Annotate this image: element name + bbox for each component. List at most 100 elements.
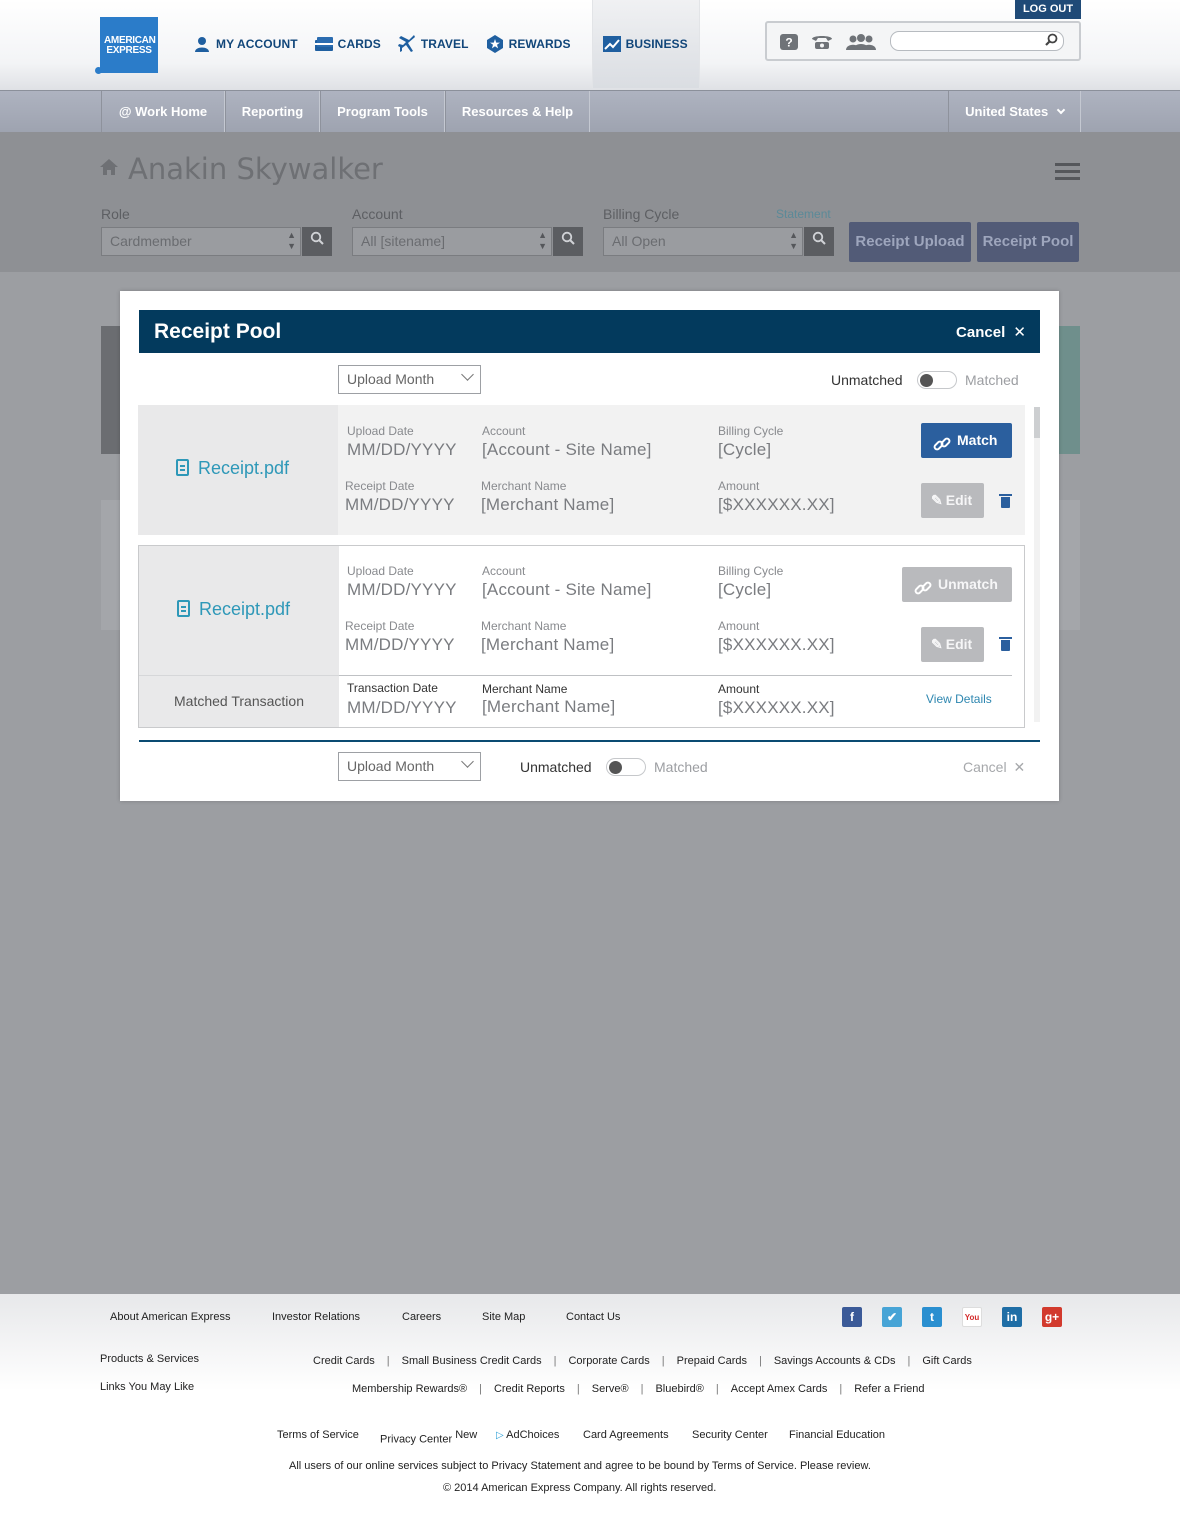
footer-link[interactable]: Careers <box>402 1311 441 1323</box>
modal-cancel-button[interactable]: Cancel ✕ <box>956 323 1026 341</box>
footer-link[interactable]: Terms of Service <box>277 1429 359 1441</box>
page-title: Anakin Skywalker <box>100 152 383 186</box>
footer-link[interactable]: Savings Accounts & CDs <box>774 1355 896 1367</box>
separator: | <box>839 1383 843 1395</box>
footer-link[interactable]: Credit Reports <box>494 1383 565 1395</box>
subnav-reporting[interactable]: Reporting <box>225 91 320 132</box>
footer-link[interactable]: Accept Amex Cards <box>731 1383 828 1395</box>
select-arrows-icon: ▲ ▼ <box>287 230 296 251</box>
nav-my-account[interactable]: MY ACCOUNT <box>193 0 307 88</box>
modal-title: Receipt Pool <box>154 320 282 343</box>
billing-cycle-value: [Cycle] <box>718 580 772 599</box>
footer-link[interactable]: Contact Us <box>566 1311 620 1323</box>
statement-link[interactable]: Statement <box>776 207 831 221</box>
close-icon: ✕ <box>1013 759 1026 775</box>
copyright: © 2014 American Express Company. All rig… <box>443 1482 717 1494</box>
merchant-value: [Merchant Name] <box>481 635 615 654</box>
footer-link[interactable]: Bluebird® <box>655 1383 703 1395</box>
scrollbar-thumb[interactable] <box>1034 407 1040 438</box>
phone-icon[interactable] <box>811 34 833 52</box>
upload-month-select[interactable]: Upload Month <box>338 752 481 781</box>
footer-link[interactable]: Gift Cards <box>922 1355 972 1367</box>
amex-logo[interactable]: AMERICAN EXPRESS <box>95 17 158 74</box>
role-select[interactable]: Cardmember ▲ ▼ <box>101 227 301 256</box>
nav-business[interactable]: BUSINESS <box>591 0 700 88</box>
footer-link[interactable]: Card Agreements <box>583 1429 669 1441</box>
upload-month-select[interactable]: Upload Month <box>338 365 481 394</box>
footer-link[interactable]: Prepaid Cards <box>677 1355 747 1367</box>
footer-link[interactable]: Membership Rewards® <box>352 1383 467 1395</box>
matched-toggle[interactable] <box>917 371 957 389</box>
adchoices-link[interactable]: ▷ AdChoices <box>496 1429 559 1441</box>
foursquare-icon[interactable]: ✔ <box>882 1307 902 1327</box>
receipt-pool-button[interactable]: Receipt Pool <box>977 222 1079 262</box>
separator: | <box>661 1355 665 1367</box>
search-input[interactable] <box>890 31 1064 51</box>
account-select[interactable]: All [sitename] ▲ ▼ <box>352 227 552 256</box>
search-icon[interactable] <box>1045 33 1058 49</box>
receipt-file-link[interactable]: Receipt.pdf <box>177 599 290 620</box>
linkedin-icon[interactable]: in <box>1002 1307 1022 1327</box>
privacy-center-link[interactable]: Privacy Center New <box>380 1429 477 1446</box>
footer-link[interactable]: About American Express <box>110 1311 230 1323</box>
nav-travel[interactable]: TRAVEL <box>397 0 478 88</box>
receipt-upload-button[interactable]: Receipt Upload <box>849 222 971 262</box>
nav-cards[interactable]: CARDS <box>314 0 390 88</box>
logout-button[interactable]: LOG OUT <box>1015 0 1081 19</box>
matched-transaction-title: Matched Transaction <box>139 675 339 727</box>
nav-rewards[interactable]: REWARDS <box>486 0 580 88</box>
footer-link[interactable]: Serve® <box>592 1383 629 1395</box>
subnav-resources-help[interactable]: Resources & Help <box>445 91 590 132</box>
match-button[interactable]: Match <box>921 423 1012 458</box>
region-label: United States <box>965 104 1049 119</box>
upload-date-label: Upload Date <box>347 424 414 438</box>
modal-cancel-button[interactable]: Cancel ✕ <box>963 759 1025 776</box>
help-icon[interactable]: ? <box>780 34 798 52</box>
footer-link[interactable]: Refer a Friend <box>854 1383 924 1395</box>
footer-link[interactable]: Investor Relations <box>272 1311 360 1323</box>
upload-date-label: Upload Date <box>347 564 414 578</box>
billing-cycle-select[interactable]: All Open ▲ ▼ <box>603 227 803 256</box>
footer-link[interactable]: Security Center <box>692 1429 768 1441</box>
receipt-file-link[interactable]: Receipt.pdf <box>176 458 289 479</box>
footer-link[interactable]: Financial Education <box>789 1429 885 1441</box>
delete-icon[interactable] <box>999 637 1012 651</box>
matched-amount-value: [$XXXXXX.XX] <box>718 698 835 717</box>
billing-search-button[interactable] <box>804 227 834 256</box>
unmatch-label: Unmatch <box>938 576 998 592</box>
footer-link[interactable]: Site Map <box>482 1311 525 1323</box>
view-details-link[interactable]: View Details <box>926 692 992 706</box>
menu-icon[interactable] <box>1055 163 1080 184</box>
billing-cycle-label: Billing Cycle <box>603 206 680 222</box>
home-icon[interactable] <box>100 159 118 180</box>
footer-link[interactable]: Corporate Cards <box>568 1355 649 1367</box>
subnav-program-tools[interactable]: Program Tools <box>320 91 445 132</box>
region-selector[interactable]: United States <box>948 91 1081 132</box>
unmatch-button[interactable]: Unmatch <box>902 567 1012 602</box>
upload-month-label: Upload Month <box>347 371 435 387</box>
edit-button[interactable]: ✎ Edit <box>921 483 984 518</box>
twitter-icon[interactable]: t <box>922 1307 942 1327</box>
google-plus-icon[interactable]: g+ <box>1042 1307 1062 1327</box>
footer-link[interactable]: Small Business Credit Cards <box>402 1355 542 1367</box>
modal-scrollbar[interactable] <box>1034 407 1040 722</box>
close-icon: ✕ <box>1013 324 1026 341</box>
search-icon <box>812 231 826 245</box>
delete-icon[interactable] <box>999 494 1012 508</box>
footer-link[interactable]: Credit Cards <box>313 1355 375 1367</box>
subnav-work-home[interactable]: @ Work Home <box>101 91 225 132</box>
matched-toggle[interactable] <box>606 758 646 776</box>
separator: | <box>553 1355 557 1367</box>
new-badge: New <box>455 1429 478 1441</box>
account-value: [Account - Site Name] <box>482 440 652 459</box>
account-search-button[interactable] <box>553 227 583 256</box>
select-arrows-icon: ▲ ▼ <box>538 230 547 251</box>
facebook-icon[interactable]: f <box>842 1307 862 1327</box>
receipt-card: Receipt.pdf Upload Date MM/DD/YYYY Accou… <box>138 405 1025 535</box>
edit-button[interactable]: ✎ Edit <box>921 627 984 662</box>
youtube-icon[interactable]: You <box>962 1307 982 1327</box>
role-search-button[interactable] <box>302 227 332 256</box>
community-icon[interactable] <box>846 34 876 52</box>
nav-cards-label: CARDS <box>337 37 381 51</box>
amount-value: [$XXXXXX.XX] <box>718 635 835 654</box>
